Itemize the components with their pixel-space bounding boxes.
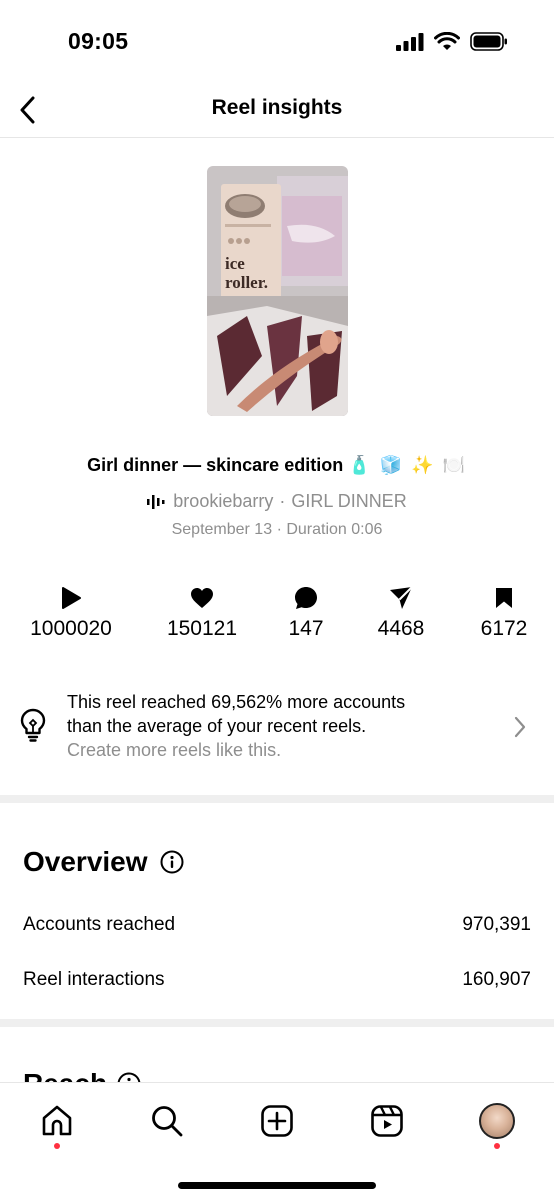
home-indicator [178,1182,376,1189]
comment-icon [295,587,317,609]
heart-icon [191,588,213,608]
profile-notification-dot [494,1143,500,1149]
tip-line-1: This reel reached 69,562% more accounts [67,692,406,712]
reel-duration: Duration 0:06 [286,521,383,538]
lightbulb-icon [20,708,46,742]
audio-username: brookiebarry [173,491,274,511]
tab-reels[interactable] [365,1099,409,1143]
reel-title: Girl dinner — skincare edition 🧴 🧊 ✨ 🍽️ [0,455,554,476]
chevron-right-icon [514,716,526,738]
reel-meta: September 13 · Duration 0:06 [0,521,554,539]
tab-profile[interactable] [475,1099,519,1143]
cellular-signal-icon [396,32,424,51]
row-value: 160,907 [462,969,531,990]
meta-separator: · [276,521,282,538]
reel-thumbnail[interactable]: ice roller. [207,166,348,416]
play-icon [62,587,81,609]
metric-saves[interactable]: 6172 [444,585,554,641]
battery-icon [470,32,507,51]
reel-title-emoji: 🧴 🧊 ✨ 🍽️ [348,455,467,475]
status-icons [396,32,508,51]
tab-create[interactable] [255,1099,299,1143]
overview-row-reel-interactions[interactable]: Reel interactions 160,907 [23,969,531,991]
audio-track-name: GIRL DINNER [291,491,407,511]
tab-home[interactable] [35,1099,79,1143]
home-icon [42,1105,72,1136]
row-value: 970,391 [462,914,531,935]
row-label: Accounts reached [23,914,176,935]
search-icon [152,1106,183,1137]
reels-icon [371,1105,403,1137]
svg-text:ice: ice [225,254,245,273]
plays-count: 1000020 [30,617,112,640]
section-divider [0,1019,554,1027]
likes-count: 150121 [166,617,238,640]
home-notification-dot [54,1143,60,1149]
performance-tip[interactable]: This reel reached 69,562% more accounts … [0,680,554,780]
tip-cta: Create more reels like this. [67,740,282,760]
audio-waveform-icon [147,494,165,509]
wifi-icon [434,32,460,50]
metric-plays[interactable]: 1000020 [11,585,131,641]
svg-text:roller.: roller. [225,273,268,292]
row-label: Reel interactions [23,969,165,990]
status-time: 09:05 [68,28,129,54]
nav-bar: Reel insights [0,84,554,138]
metrics-row: 1000020 150121 147 4468 6172 [0,585,554,645]
audio-separator: · [279,491,286,511]
tip-line-2: than the average of your recent reels. [67,716,367,736]
send-icon [390,586,413,609]
page-title: Reel insights [211,96,343,119]
overview-section-title: Overview [23,846,184,878]
status-bar: 09:05 [0,0,554,84]
profile-avatar [479,1103,515,1139]
overview-row-accounts-reached[interactable]: Accounts reached 970,391 [23,914,531,936]
info-icon[interactable] [160,850,184,874]
tip-text: This reel reached 69,562% more accounts … [67,690,487,762]
reel-title-text: Girl dinner — skincare edition [87,455,344,475]
reel-date: September 13 [171,521,273,538]
saves-count: 6172 [480,617,528,640]
shares-count: 4468 [377,617,425,640]
metric-shares[interactable]: 4468 [341,585,461,641]
overview-title: Overview [23,846,148,877]
reel-thumbnail-image: ice roller. [207,166,348,416]
metric-likes[interactable]: 150121 [142,585,262,641]
bookmark-icon [496,588,512,608]
section-divider [0,795,554,803]
tab-search[interactable] [145,1099,189,1143]
bottom-tab-bar [0,1082,554,1200]
audio-line[interactable]: brookiebarry · GIRL DINNER [0,491,554,512]
create-icon [261,1105,293,1137]
